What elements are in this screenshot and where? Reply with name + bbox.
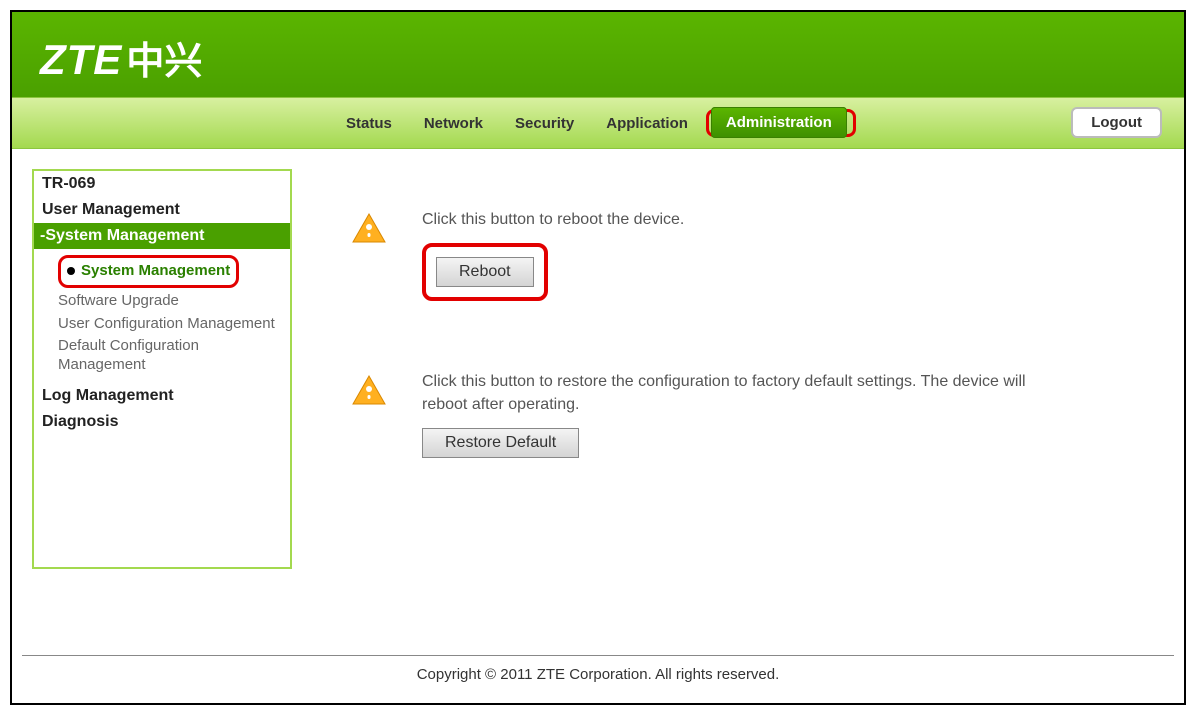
warning-icon [352,213,386,243]
restore-block: Click this button to restore the configu… [352,371,1144,458]
logout-button[interactable]: Logout [1071,107,1162,138]
reboot-button[interactable]: Reboot [436,257,534,287]
warning-icon [352,375,386,405]
sidebar-submenu: System Management Software Upgrade User … [34,249,290,383]
restore-body: Click this button to restore the configu… [422,371,1042,458]
sidebar-item-log-management[interactable]: Log Management [34,383,290,409]
sidebar-subitem-software-upgrade[interactable]: Software Upgrade [58,290,290,313]
sidebar-item-tr069[interactable]: TR-069 [34,171,290,197]
tab-network[interactable]: Network [410,109,497,138]
sidebar-subitem-system-management[interactable]: System Management [81,260,230,281]
bullet-icon [67,267,75,275]
brand-latin: ZTE [40,36,122,83]
sidebar-item-diagnosis[interactable]: Diagnosis [34,409,290,435]
header: ZTE中兴 [12,12,1184,97]
sidebar-subitem-default-config-mgmt[interactable]: Default Configuration Management [58,335,290,377]
footer-text: Copyright © 2011 ZTE Corporation. All ri… [22,655,1174,683]
reboot-text: Click this button to reboot the device. [422,209,684,231]
sidebar-item-system-management[interactable]: -System Management [34,223,290,249]
sidebar-subitem-user-config-mgmt[interactable]: User Configuration Management [58,313,290,336]
content-area: TR-069 User Management -System Managemen… [12,149,1184,569]
restore-default-button[interactable]: Restore Default [422,428,579,458]
tab-administration[interactable]: Administration [711,107,847,138]
reboot-body: Click this button to reboot the device. … [422,209,684,301]
brand-logo: ZTE中兴 [40,30,202,85]
highlight-tab-administration: Administration [706,109,856,137]
sidebar-item-user-management[interactable]: User Management [34,197,290,223]
main-panel: Click this button to reboot the device. … [292,169,1184,569]
restore-text: Click this button to restore the configu… [422,371,1042,416]
highlight-subitem-system-management: System Management [58,255,239,288]
tab-application[interactable]: Application [592,109,702,138]
reboot-block: Click this button to reboot the device. … [352,209,1144,301]
app-window: ZTE中兴 Status Network Security Applicatio… [10,10,1186,705]
sidebar-subitem-system-management-wrap: System Management [58,253,290,290]
sidebar: TR-069 User Management -System Managemen… [32,169,292,569]
highlight-reboot-button: Reboot [422,243,548,301]
top-nav: Status Network Security Application Admi… [12,97,1184,149]
tab-security[interactable]: Security [501,109,588,138]
tab-status[interactable]: Status [332,109,406,138]
brand-cn: 中兴 [126,41,202,83]
